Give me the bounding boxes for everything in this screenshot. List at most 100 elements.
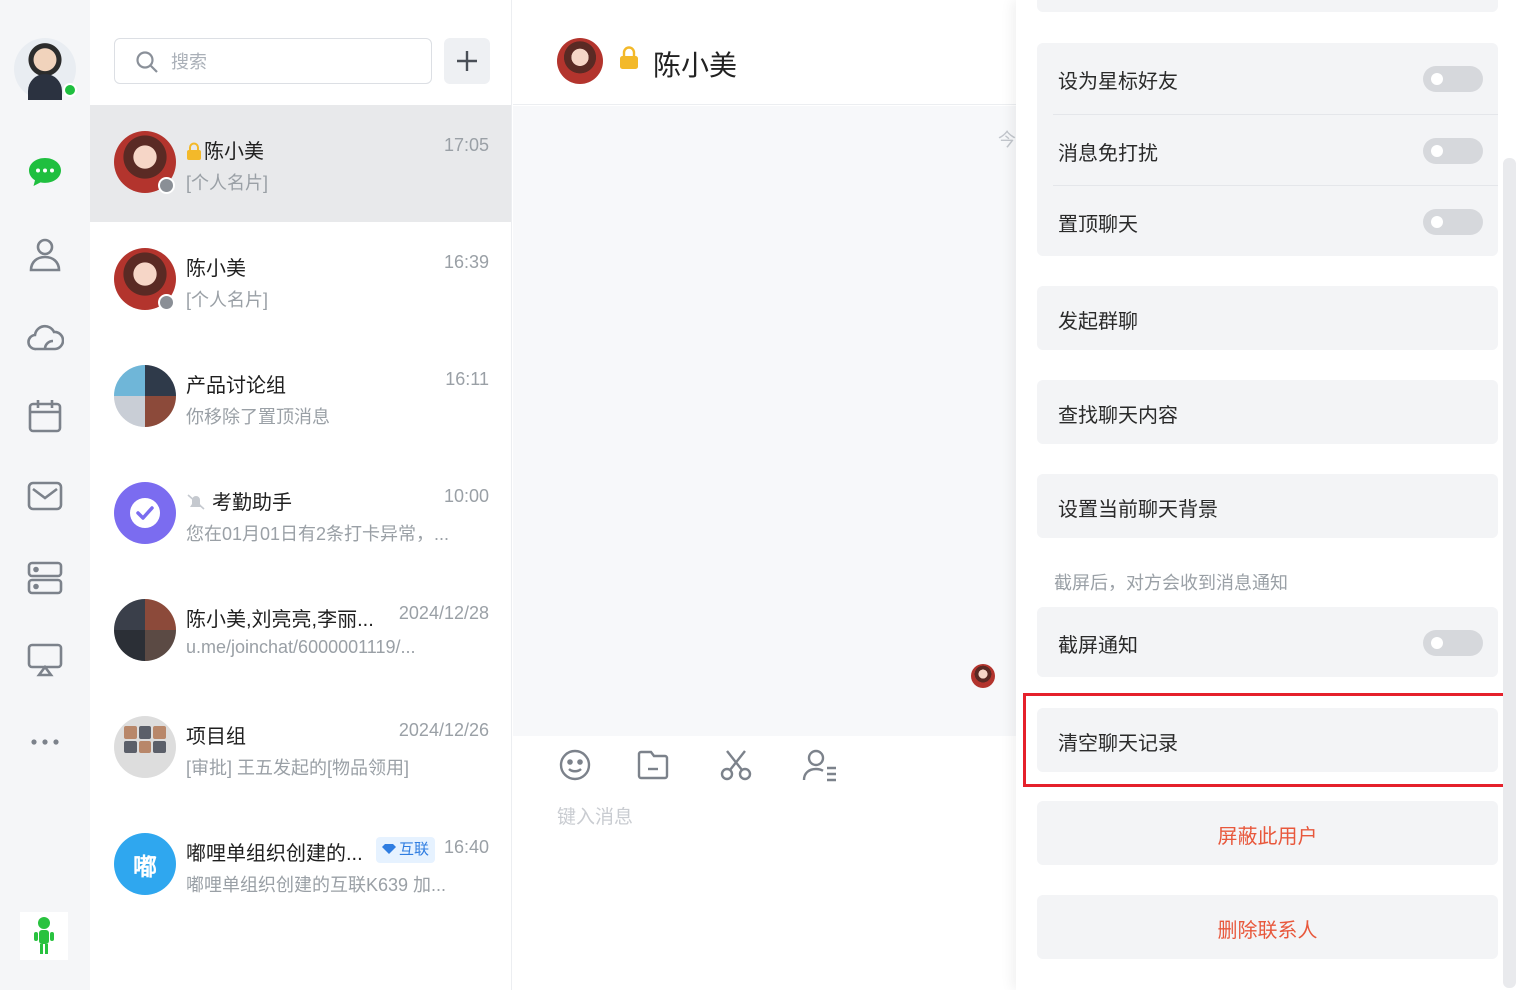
conversation-name: 嘟哩单组织创建的... (186, 843, 363, 865)
block-user-label: 屏蔽此用户 (1217, 826, 1318, 848)
contact-card-icon (802, 749, 836, 782)
storage-icon[interactable] (25, 558, 65, 598)
attendance-assistant-avatar (114, 482, 176, 544)
conversation-item[interactable]: 嘟 嘟哩单组织创建的... 互联 16:40 嘟哩单组织创建的互联K639 加.… (90, 807, 511, 924)
screenshot-button[interactable] (716, 745, 756, 785)
search-box[interactable] (114, 38, 432, 84)
chat-panel: 陈小美 今 (513, 0, 1018, 990)
conversation-time: 2024/12/26 (398, 720, 489, 740)
pin-chat-label: 置顶聊天 (1058, 214, 1138, 236)
star-friend-label: 设为星标好友 (1058, 71, 1178, 93)
screenshot-hint: 截屏后，对方会收到消息通知 (1054, 573, 1288, 593)
conversation-preview: u.me/joinchat/6000001119/... (186, 637, 416, 657)
folder-icon (637, 750, 669, 780)
tag-label: 互联 (399, 841, 430, 858)
pin-chat-toggle[interactable] (1423, 209, 1483, 235)
conversation-name: 陈小美 (186, 258, 246, 280)
conversation-item[interactable]: 项目组 2024/12/26 [审批] 王五发起的[物品领用] (90, 690, 511, 807)
chat-title: 陈小美 (653, 50, 738, 81)
conversation-name: 陈小美,刘亮亮,李丽... (186, 609, 374, 631)
conversation-item[interactable]: 陈小美 17:05 [个人名片] (90, 105, 511, 222)
chat-settings-drawer: 设为星标好友 消息免打扰 置顶聊天 发起群聊 查找聊天内容 设置当前聊天背景 截… (1016, 0, 1518, 990)
conversation-preview: 你移除了置顶消息 (186, 407, 330, 427)
conversation-preview: [个人名片] (186, 173, 269, 193)
group-avatar (114, 716, 176, 778)
conversation-time: 10:00 (443, 486, 489, 506)
chat-header: 陈小美 (513, 0, 1018, 105)
interconnect-tag: 互联 (376, 837, 436, 863)
conversation-name: 项目组 (186, 726, 246, 748)
conversation-item[interactable]: 陈小美 16:39 [个人名片] (90, 222, 511, 339)
search-chat-history-button[interactable]: 查找聊天内容 (1037, 380, 1498, 444)
search-chat-history-label: 查找聊天内容 (1058, 405, 1178, 427)
mute-bell-icon (187, 494, 205, 510)
conversation-name-text: 陈小美 (204, 141, 264, 163)
message-area: 今 (513, 106, 1018, 736)
screenshot-notify-toggle[interactable] (1423, 630, 1483, 656)
cloud-icon[interactable] (25, 316, 65, 356)
file-button[interactable] (633, 745, 673, 785)
settings-card-top-edge (1037, 0, 1498, 12)
conversation-item[interactable]: 陈小美,刘亮亮,李丽... 2024/12/28 u.me/joinchat/6… (90, 573, 511, 690)
user-avatar[interactable] (14, 38, 77, 100)
conversation-name: 考勤助手 (186, 486, 292, 515)
delete-contact-label: 删除联系人 (1217, 920, 1318, 942)
share-contact-button[interactable] (800, 745, 840, 785)
set-chat-background-label: 设置当前聊天背景 (1058, 499, 1218, 521)
group-avatar (114, 599, 176, 661)
conversation-name-text: 考勤助手 (212, 492, 292, 514)
conversation-name: 产品讨论组 (186, 375, 286, 397)
start-group-chat-button[interactable]: 发起群聊 (1037, 286, 1498, 350)
robot-mascot-icon[interactable] (20, 912, 68, 960)
star-friend-row[interactable]: 设为星标好友 (1037, 43, 1498, 114)
start-group-chat-label: 发起群聊 (1058, 311, 1138, 333)
lock-icon (620, 46, 638, 69)
emoji-button[interactable] (555, 745, 595, 785)
plus-icon (457, 51, 477, 71)
mail-icon[interactable] (25, 476, 65, 516)
block-user-button[interactable]: 屏蔽此用户 (1037, 801, 1498, 865)
screenshot-notify-row[interactable]: 截屏通知 (1037, 607, 1498, 677)
status-dot (158, 177, 175, 194)
pin-chat-row[interactable]: 置顶聊天 (1053, 185, 1498, 256)
message-input[interactable] (557, 802, 977, 834)
scissors-icon (720, 750, 752, 781)
conversation-preview: 嘟哩单组织创建的互联K639 加... (186, 875, 447, 895)
message-sender-avatar (971, 664, 995, 688)
screenshot-notify-label: 截屏通知 (1058, 635, 1138, 657)
star-friend-toggle[interactable] (1423, 66, 1483, 92)
org-avatar: 嘟 (114, 833, 176, 895)
do-not-disturb-row[interactable]: 消息免打扰 (1053, 114, 1498, 185)
search-input[interactable] (171, 49, 411, 75)
delete-contact-button[interactable]: 删除联系人 (1037, 895, 1498, 959)
status-dot (158, 294, 175, 311)
more-icon[interactable] (25, 722, 65, 762)
do-not-disturb-toggle[interactable] (1423, 138, 1483, 164)
group-avatar (114, 365, 176, 427)
drawer-scrollbar[interactable] (1503, 158, 1516, 988)
shield-check-icon (130, 498, 160, 528)
date-divider: 今 (998, 130, 1016, 150)
conversation-preview: [个人名片] (186, 290, 269, 310)
conversation-time: 16:39 (443, 252, 489, 272)
conversation-time: 2024/12/28 (398, 603, 489, 623)
conversation-item[interactable]: 考勤助手 10:00 您在01月01日有2条打卡异常，... (90, 456, 511, 573)
emoji-icon (559, 749, 591, 781)
add-button[interactable] (444, 38, 490, 84)
lock-icon (187, 142, 201, 160)
search-icon (136, 51, 158, 73)
highlight-box (1023, 693, 1506, 787)
set-chat-background-button[interactable]: 设置当前聊天背景 (1037, 474, 1498, 538)
screen-share-icon[interactable] (25, 640, 65, 680)
toggle-settings-card: 设为星标好友 消息免打扰 置顶聊天 (1037, 43, 1498, 256)
chat-bubble-icon[interactable] (25, 152, 65, 192)
conversation-name: 陈小美 (186, 135, 264, 164)
online-status-dot (63, 83, 77, 97)
conversation-list: 陈小美 17:05 [个人名片] 陈小美 16:39 [个人名片] 产品讨论组 … (90, 0, 512, 990)
contacts-icon[interactable] (25, 234, 65, 274)
calendar-icon[interactable] (25, 396, 65, 436)
chat-contact-avatar[interactable] (557, 38, 603, 84)
conversation-item[interactable]: 产品讨论组 16:11 你移除了置顶消息 (90, 339, 511, 456)
conversation-time: 16:40 (443, 837, 489, 857)
conversation-preview: [审批] 王五发起的[物品领用] (186, 758, 410, 778)
